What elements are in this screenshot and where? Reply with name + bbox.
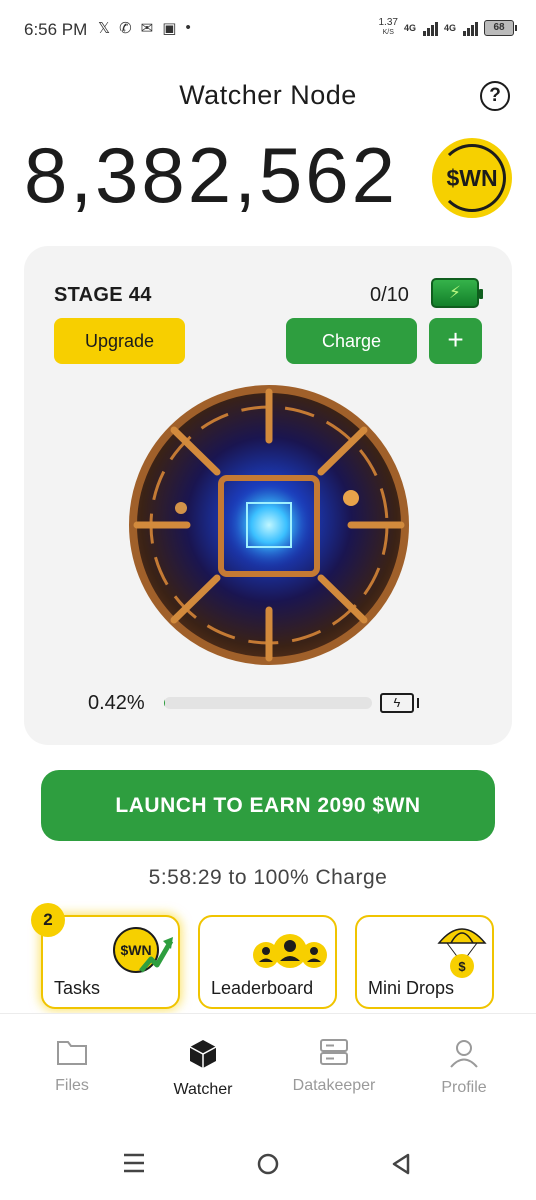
signal-icon-2 xyxy=(463,20,478,36)
more-dot-icon: • xyxy=(185,19,191,36)
server-icon xyxy=(320,1039,348,1065)
mini-drops-card[interactable]: $ Mini Drops xyxy=(355,915,494,1009)
notification-icons: 𝕏 ✆ ✉ ▣ • xyxy=(98,19,191,37)
node-card: STAGE 44 0/10 ⚡ Upgrade Charge + 0.42% ϟ xyxy=(24,246,512,745)
page-title: Watcher Node xyxy=(179,80,357,110)
tasks-count-badge: 2 xyxy=(31,903,65,937)
cube-icon xyxy=(189,1040,217,1068)
status-time: 6:56 PM xyxy=(24,20,88,39)
signal-icon-1 xyxy=(422,20,438,36)
status-bar: 6:56 PM 𝕏 ✆ ✉ ▣ • 1.37 K/S 4G 4G 68 xyxy=(0,0,536,60)
data-rate: 1.37 K/S xyxy=(378,17,398,37)
progress-percent: 0.42% xyxy=(88,692,145,714)
nav-files[interactable]: Files xyxy=(12,1038,132,1095)
stage-label: STAGE 44 xyxy=(54,284,152,306)
balance-amount: 8,382,562 xyxy=(24,131,399,219)
gmail-icon: ✉ xyxy=(140,20,154,37)
people-group-icon xyxy=(253,934,327,968)
watcher-node-orb-image[interactable] xyxy=(129,380,409,670)
parachute-coin-icon: $ xyxy=(437,928,487,978)
leaderboard-card[interactable]: Leaderboard xyxy=(198,915,337,1009)
svg-text:$: $ xyxy=(458,959,466,974)
nav-datakeeper[interactable]: Datakeeper xyxy=(274,1038,394,1095)
tasks-label: Tasks xyxy=(54,978,101,998)
status-right: 1.37 K/S 4G 4G 68 xyxy=(378,17,517,38)
nav-watcher[interactable]: Watcher xyxy=(143,1038,263,1099)
help-icon[interactable]: ? xyxy=(480,81,510,111)
wn-coin-icon: $WN xyxy=(432,138,512,218)
battery-charge-icon: ⚡ xyxy=(431,278,483,308)
network-type-2: 4G xyxy=(443,23,456,33)
mini-drops-label: Mini Drops xyxy=(368,978,455,998)
leaderboard-label: Leaderboard xyxy=(211,978,314,998)
gallery-icon: ▣ xyxy=(162,20,177,37)
charge-button[interactable]: Charge xyxy=(286,318,417,364)
user-icon xyxy=(450,1040,478,1068)
battery-bolt-icon: ϟ xyxy=(380,693,419,713)
battery-icon: 68 xyxy=(484,20,517,36)
progress-fill xyxy=(164,697,165,709)
launch-button[interactable]: LAUNCH TO EARN 2090 $WN xyxy=(41,770,495,841)
upgrade-button[interactable]: Upgrade xyxy=(54,318,185,364)
add-charge-button[interactable]: + xyxy=(429,318,482,364)
progress-bar xyxy=(164,697,372,709)
growth-arrow-icon xyxy=(139,937,174,973)
network-type-1: 4G xyxy=(403,23,416,33)
folder-icon xyxy=(57,1041,87,1065)
back-icon[interactable] xyxy=(390,1152,412,1176)
nav-profile[interactable]: Profile xyxy=(404,1038,524,1097)
charge-timer: 5:58:29 to 100% Charge xyxy=(148,866,388,889)
charges-count: 0/10 xyxy=(370,284,409,306)
x-app-icon: 𝕏 xyxy=(98,20,111,37)
system-navigation-bar xyxy=(0,1128,536,1200)
whatsapp-icon: ✆ xyxy=(119,20,132,37)
bottom-nav: Files Watcher Datakeeper Profile xyxy=(0,1013,536,1113)
recents-icon[interactable] xyxy=(122,1152,146,1174)
home-icon[interactable] xyxy=(256,1152,280,1176)
